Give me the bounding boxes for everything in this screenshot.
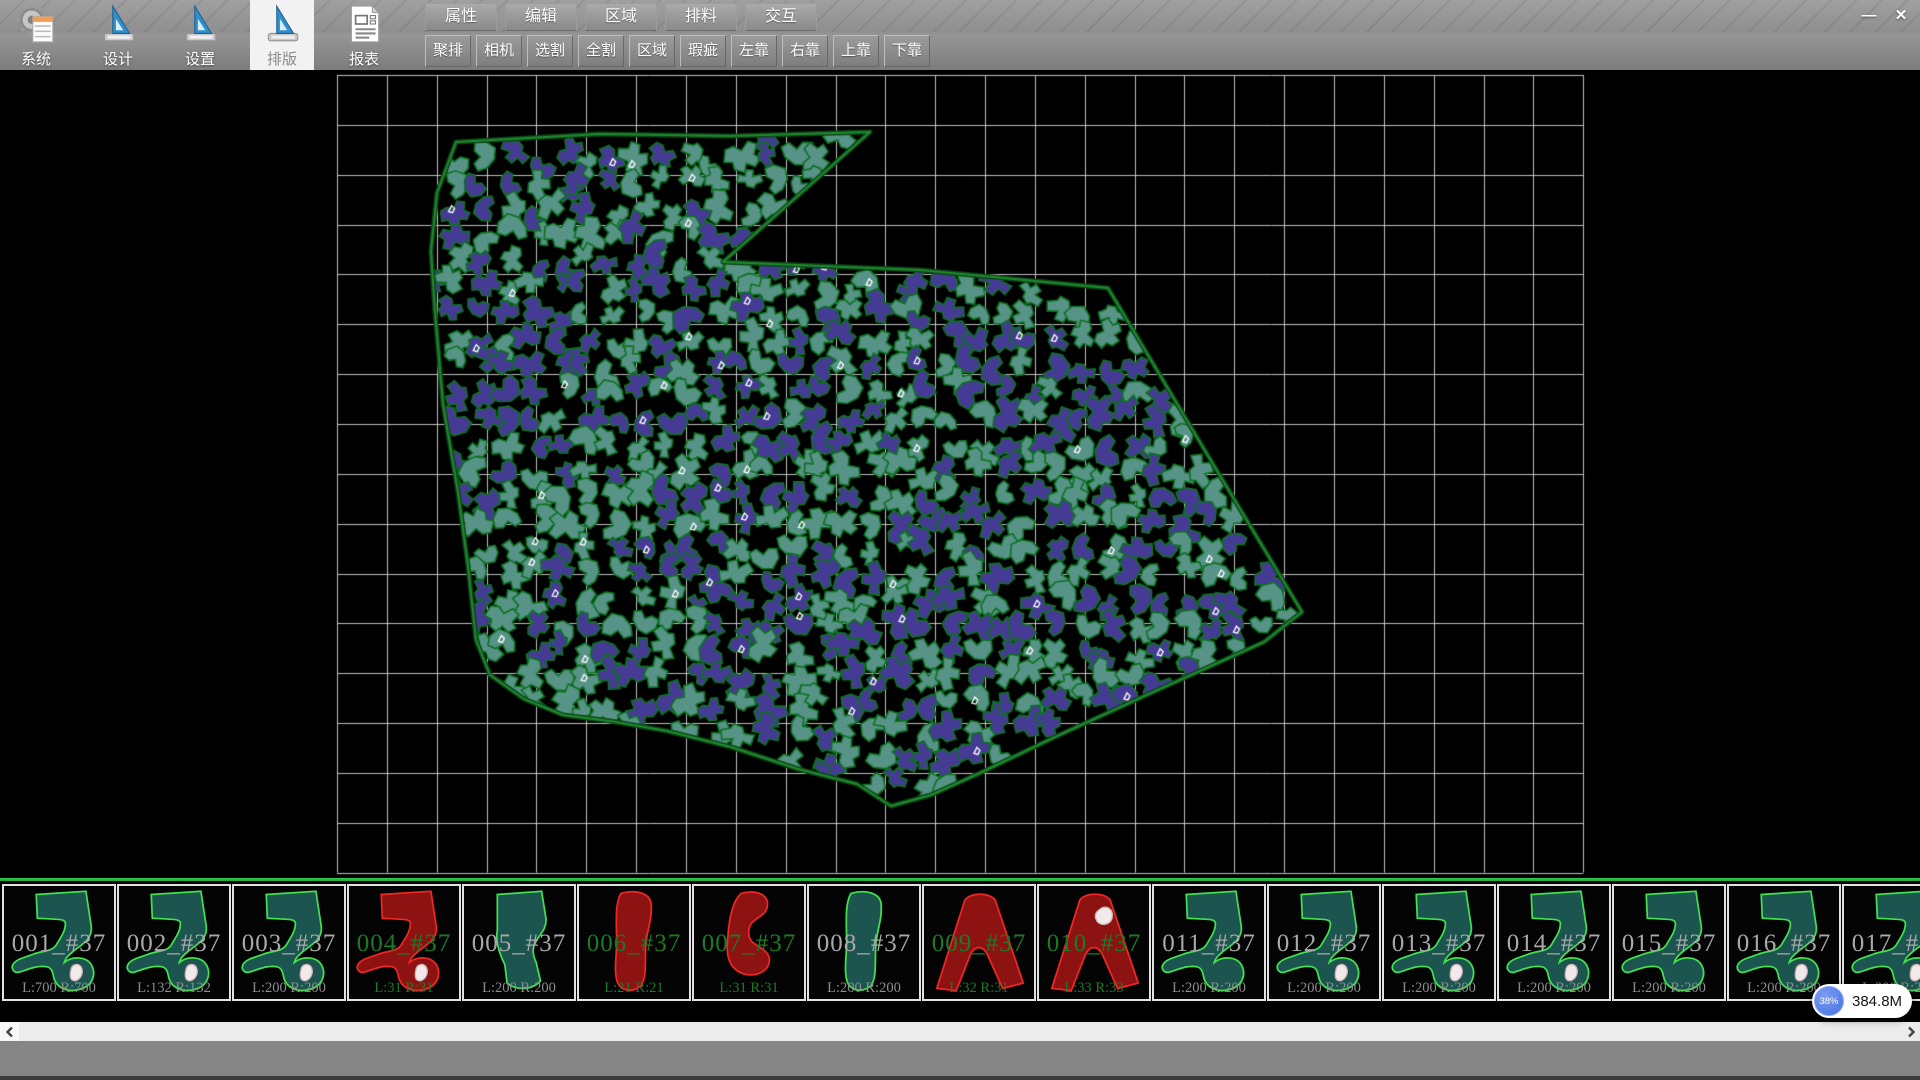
piece-thumbnail-15[interactable]: 015_#37L:200 R:200 bbox=[1612, 884, 1726, 1001]
piece-thumbnail-12[interactable]: 012_#37L:200 R:200 bbox=[1267, 884, 1381, 1001]
main-button-label: 系统 bbox=[21, 48, 51, 69]
tool-item-4[interactable]: 全割 bbox=[578, 35, 624, 67]
main-button-1[interactable]: 系统 bbox=[4, 0, 68, 70]
piece-shape-icon bbox=[696, 887, 804, 997]
piece-shape-icon bbox=[1501, 887, 1609, 997]
tool-item-2[interactable]: 相机 bbox=[476, 35, 522, 67]
piece-shape-icon bbox=[1041, 887, 1149, 997]
application-window: 系统设计设置排版报表 属性编辑区域排料交互 聚排相机选割全割区域瑕疵左靠右靠上靠… bbox=[0, 0, 1920, 1080]
piece-shape-icon bbox=[1271, 887, 1379, 997]
piece-thumbnail-6[interactable]: 006_#37L:21 R:21 bbox=[577, 884, 691, 1001]
piece-thumbnail-4[interactable]: 004_#37L:31 R:31 bbox=[347, 884, 461, 1001]
status-bar bbox=[0, 1041, 1920, 1080]
tool-item-1[interactable]: 聚排 bbox=[425, 35, 471, 67]
main-button-5[interactable]: 报表 bbox=[332, 0, 396, 70]
title-toolbar: 系统设计设置排版报表 属性编辑区域排料交互 聚排相机选割全割区域瑕疵左靠右靠上靠… bbox=[0, 0, 1920, 70]
progress-badge: 38% bbox=[1814, 986, 1844, 1016]
tool-item-8[interactable]: 右靠 bbox=[782, 35, 828, 67]
tool-item-6[interactable]: 瑕疵 bbox=[680, 35, 726, 67]
piece-thumbnail-3[interactable]: 003_#37L:200 R:200 bbox=[232, 884, 346, 1001]
piece-shape-icon bbox=[351, 887, 459, 997]
main-button-label: 报表 bbox=[349, 48, 379, 69]
piece-shape-icon bbox=[1616, 887, 1724, 997]
scroll-left-button[interactable] bbox=[0, 1022, 19, 1041]
menu-item-5[interactable]: 交互 bbox=[745, 3, 817, 31]
horizontal-scrollbar[interactable] bbox=[0, 1022, 1920, 1041]
tool-item-10[interactable]: 下靠 bbox=[884, 35, 930, 67]
report-icon bbox=[343, 3, 385, 45]
design-board-icon bbox=[261, 3, 303, 45]
tool-item-5[interactable]: 区域 bbox=[629, 35, 675, 67]
window-controls: — ✕ bbox=[1856, 4, 1914, 26]
piece-thumbnail-7[interactable]: 007_#37L:31 R:31 bbox=[692, 884, 806, 1001]
main-button-label: 排版 bbox=[267, 48, 297, 69]
chevron-right-icon bbox=[1906, 1026, 1916, 1038]
piece-shape-icon bbox=[6, 887, 114, 997]
minimize-button[interactable]: — bbox=[1856, 4, 1882, 26]
piece-thumbnail-2[interactable]: 002_#37L:132 R:132 bbox=[117, 884, 231, 1001]
design-board-icon bbox=[179, 3, 221, 45]
tool-bar: 聚排相机选割全割区域瑕疵左靠右靠上靠下靠 bbox=[425, 35, 930, 67]
menu-item-4[interactable]: 排料 bbox=[665, 3, 737, 31]
piece-shape-icon bbox=[811, 887, 919, 997]
main-button-2[interactable]: 设计 bbox=[86, 0, 150, 70]
piece-thumbnail-13[interactable]: 013_#37L:200 R:200 bbox=[1382, 884, 1496, 1001]
memory-value: 384.8M bbox=[1852, 993, 1902, 1010]
piece-thumbnail-16[interactable]: 016_#37L:200 R:200 bbox=[1727, 884, 1841, 1001]
tool-item-3[interactable]: 选割 bbox=[527, 35, 573, 67]
close-button[interactable]: ✕ bbox=[1888, 4, 1914, 26]
piece-thumbnail-5[interactable]: 005_#37L:200 R:200 bbox=[462, 884, 576, 1001]
main-toolbar: 系统 设计 设置 排版 报表 bbox=[4, 0, 396, 70]
system-gear-icon bbox=[15, 3, 57, 45]
scroll-right-button[interactable] bbox=[1901, 1022, 1920, 1041]
memory-usage-pill[interactable]: 38% 384.8M bbox=[1812, 984, 1912, 1018]
piece-thumbnail-11[interactable]: 011_#37L:200 R:200 bbox=[1152, 884, 1266, 1001]
piece-shape-icon bbox=[236, 887, 344, 997]
piece-thumbnail-14[interactable]: 014_#37L:200 R:200 bbox=[1497, 884, 1611, 1001]
piece-shape-icon bbox=[926, 887, 1034, 997]
piece-thumbnail-9[interactable]: 009_#37L:32 R:31 bbox=[922, 884, 1036, 1001]
menu-bar: 属性编辑区域排料交互 bbox=[425, 3, 817, 31]
chevron-left-icon bbox=[5, 1026, 15, 1038]
piece-shape-icon bbox=[466, 887, 574, 997]
main-button-4[interactable]: 排版 bbox=[250, 0, 314, 70]
tool-item-9[interactable]: 上靠 bbox=[833, 35, 879, 67]
strip-separator-line bbox=[0, 878, 1920, 881]
menu-item-2[interactable]: 编辑 bbox=[505, 3, 577, 31]
menu-item-1[interactable]: 属性 bbox=[425, 3, 497, 31]
piece-thumbnail-10[interactable]: 010_#37L:33 R:33 bbox=[1037, 884, 1151, 1001]
tool-item-7[interactable]: 左靠 bbox=[731, 35, 777, 67]
piece-thumbnail-8[interactable]: 008_#37L:200 R:200 bbox=[807, 884, 921, 1001]
piece-shape-icon bbox=[1156, 887, 1264, 997]
piece-shape-icon bbox=[1386, 887, 1494, 997]
piece-shape-icon bbox=[1731, 887, 1839, 997]
main-button-label: 设置 bbox=[185, 48, 215, 69]
design-board-icon bbox=[97, 3, 139, 45]
piece-thumbnail-1[interactable]: 001_#37L:700 R:700 bbox=[2, 884, 116, 1001]
nesting-workspace-canvas[interactable] bbox=[0, 70, 1920, 878]
main-button-label: 设计 bbox=[103, 48, 133, 69]
piece-shape-icon bbox=[581, 887, 689, 997]
main-button-3[interactable]: 设置 bbox=[168, 0, 232, 70]
window-bottom-edge bbox=[0, 1076, 1920, 1080]
menu-item-3[interactable]: 区域 bbox=[585, 3, 657, 31]
piece-thumbnail-strip: 001_#37L:700 R:700002_#37L:132 R:132003_… bbox=[0, 884, 1920, 1005]
piece-shape-icon bbox=[121, 887, 229, 997]
piece-shape-icon bbox=[1846, 887, 1920, 997]
